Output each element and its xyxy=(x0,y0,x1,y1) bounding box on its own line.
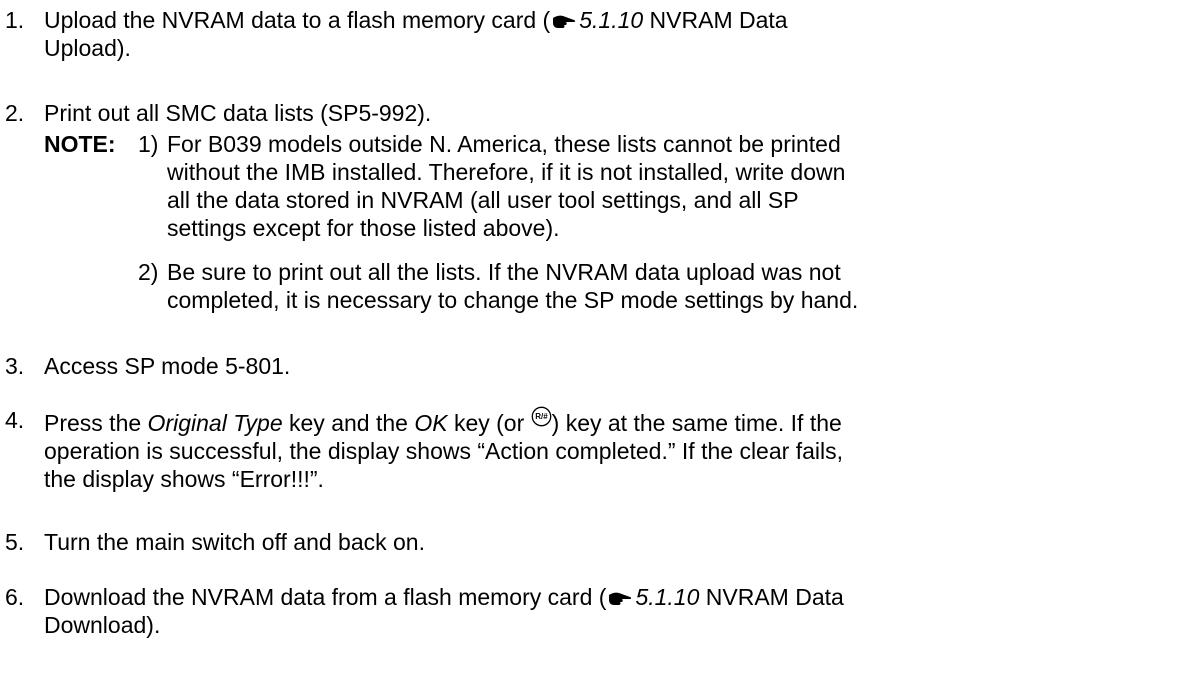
section-reference: 5.1.10 xyxy=(635,584,700,610)
step-text: Press the Original Type key and the OK k… xyxy=(44,406,1190,493)
pointing-hand-icon xyxy=(609,592,632,605)
note-item-2: Be sure to print out all the lists. If t… xyxy=(167,259,859,313)
procedure-document: 1. Upload the NVRAM data to a flash memo… xyxy=(0,0,1196,673)
note-item-number: 1) xyxy=(138,131,159,157)
section-reference: 5.1.10 xyxy=(579,7,644,33)
step-number: 3. xyxy=(5,353,25,379)
original-type-key: Original Type xyxy=(147,410,283,436)
svg-text:R/#: R/# xyxy=(535,412,548,421)
step-text: Print out all SMC data lists (SP5-992). xyxy=(44,100,432,126)
step-text: Upload the NVRAM data to a flash memory … xyxy=(44,7,788,61)
note-label: NOTE: xyxy=(44,131,116,157)
note-item-number: 2) xyxy=(138,259,159,285)
step-number: 4. xyxy=(5,407,25,433)
ok-key: OK xyxy=(414,410,448,436)
step-number: 1. xyxy=(5,7,25,33)
step-text: Download the NVRAM data from a flash mem… xyxy=(44,584,844,638)
step-number: 5. xyxy=(5,529,25,555)
pointing-hand-icon xyxy=(553,15,576,28)
note-item-1: For B039 models outside N. America, thes… xyxy=(167,131,846,241)
step-text: Turn the main switch off and back on. xyxy=(44,529,425,555)
r-hash-key-icon: R/# xyxy=(531,406,551,427)
step-number: 2. xyxy=(5,100,25,126)
step-number: 6. xyxy=(5,584,25,610)
step-text: Access SP mode 5-801. xyxy=(44,353,291,379)
